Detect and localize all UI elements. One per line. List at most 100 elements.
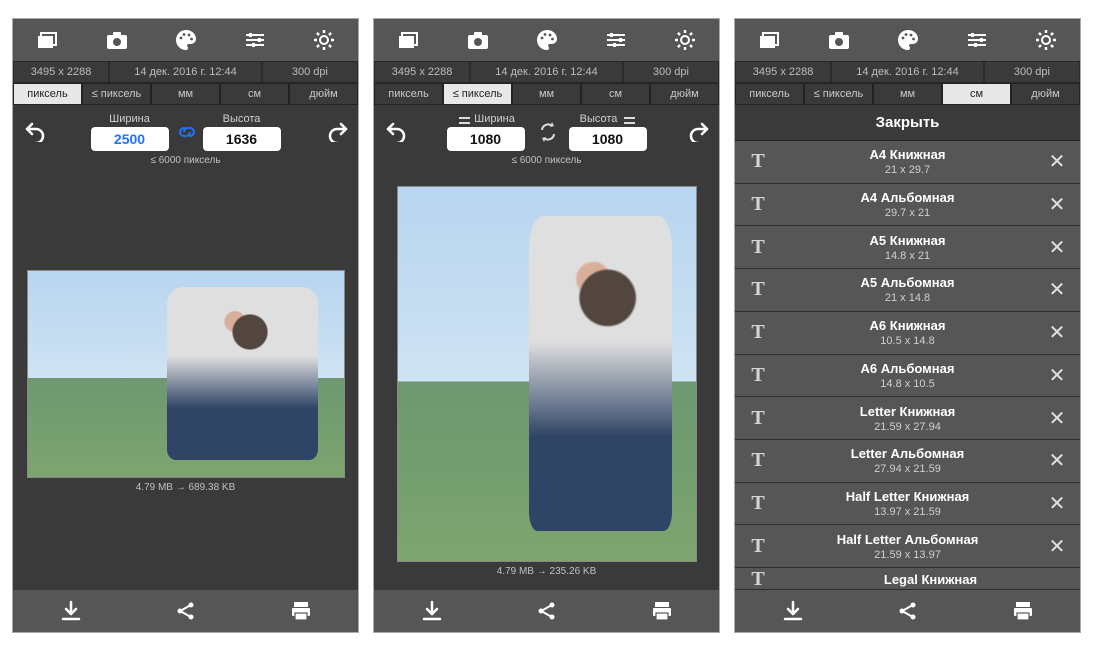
share-icon[interactable] [497,590,597,632]
close-icon[interactable]: ✕ [1034,363,1080,388]
close-icon[interactable]: ✕ [1034,406,1080,431]
close-icon[interactable]: ✕ [1034,320,1080,345]
gear-icon[interactable] [651,19,719,61]
screen-1: 3495 x 2288 14 дек. 2016 г. 12:44 300 dp… [12,18,359,633]
close-icon[interactable]: ✕ [1034,277,1080,302]
width-input[interactable]: 1080 [447,127,525,151]
download-icon[interactable] [21,590,121,632]
close-icon[interactable]: ✕ [1034,149,1080,174]
tab-lepixel[interactable]: ≤ пиксель [804,83,873,105]
camera-icon[interactable] [83,19,151,61]
close-icon[interactable]: ✕ [1034,534,1080,559]
list-item-dim: 10.5 x 14.8 [781,335,1034,347]
tab-lepixel[interactable]: ≤ пиксель [443,83,512,105]
list-item[interactable]: THalf Letter Альбомная21.59 x 13.97✕ [735,525,1080,568]
screen-3: 3495 x 2288 14 дек. 2016 г. 12:44 300 dp… [734,18,1081,633]
list-item[interactable]: TA4 Альбомная29.7 x 21✕ [735,184,1080,227]
list-item[interactable]: TA6 Альбомная14.8 x 10.5✕ [735,355,1080,398]
tab-inch[interactable]: дюйм [289,83,358,105]
width-input[interactable]: 2500 [91,127,169,151]
list-item-title: A5 Книжная [781,233,1034,248]
link-icon[interactable] [171,120,201,144]
image-info-row: 3495 x 2288 14 дек. 2016 г. 12:44 300 dp… [13,61,358,83]
height-input[interactable]: 1080 [569,127,647,151]
bottom-toolbar [374,590,719,632]
info-date: 14 дек. 2016 г. 12:44 [831,61,984,83]
tab-cm[interactable]: см [581,83,650,105]
redo-icon[interactable] [322,120,352,144]
close-icon[interactable]: ✕ [1034,491,1080,516]
swap-icon[interactable] [527,120,567,144]
close-header[interactable]: Закрыть [735,105,1080,141]
redo-icon[interactable] [683,120,713,144]
undo-icon[interactable] [19,120,49,144]
height-label: Высота [223,113,261,125]
tab-pixel[interactable]: пиксель [13,83,82,105]
info-date: 14 дек. 2016 г. 12:44 [470,61,623,83]
close-icon[interactable]: ✕ [1034,235,1080,260]
tab-pixel[interactable]: пиксель [374,83,443,105]
gear-icon[interactable] [1012,19,1080,61]
list-item-text: Half Letter Альбомная21.59 x 13.97 [781,532,1034,561]
height-group: Высота 1080 [569,113,647,151]
tab-inch[interactable]: дюйм [650,83,719,105]
menu-icon[interactable] [621,113,635,127]
type-icon: T [735,278,781,301]
camera-icon[interactable] [805,19,873,61]
size-constraint: ≤ 6000 пиксель [374,155,719,172]
tab-inch[interactable]: дюйм [1011,83,1080,105]
list-item-title: A4 Альбомная [781,190,1034,205]
list-item-text: A4 Книжная21 x 29.7 [781,147,1034,176]
tab-mm[interactable]: мм [873,83,942,105]
gallery-icon[interactable] [736,19,804,61]
top-toolbar [374,19,719,61]
print-icon[interactable] [251,590,351,632]
palette-icon[interactable] [513,19,581,61]
sliders-icon[interactable] [221,19,289,61]
list-item[interactable]: TLegal Книжная [735,568,1080,590]
type-icon: T [735,449,781,472]
sliders-icon[interactable] [943,19,1011,61]
type-icon: T [735,407,781,430]
list-item[interactable]: TLetter Книжная21.59 x 27.94✕ [735,397,1080,440]
gear-icon[interactable] [290,19,358,61]
list-item[interactable]: TA5 Книжная14.8 x 21✕ [735,226,1080,269]
list-item[interactable]: TA6 Книжная10.5 x 14.8✕ [735,312,1080,355]
tab-cm[interactable]: см [942,83,1011,105]
camera-icon[interactable] [444,19,512,61]
palette-icon[interactable] [152,19,220,61]
list-item-text: Half Letter Книжная13.97 x 21.59 [781,489,1034,518]
type-icon: T [735,236,781,259]
print-icon[interactable] [973,590,1073,632]
undo-icon[interactable] [380,120,410,144]
tab-mm[interactable]: мм [512,83,581,105]
tab-pixel[interactable]: пиксель [735,83,804,105]
height-input[interactable]: 1636 [203,127,281,151]
list-item[interactable]: THalf Letter Книжная13.97 x 21.59✕ [735,483,1080,526]
share-icon[interactable] [858,590,958,632]
print-icon[interactable] [612,590,712,632]
close-icon[interactable]: ✕ [1034,448,1080,473]
image-info-row: 3495 x 2288 14 дек. 2016 г. 12:44 300 dp… [374,61,719,83]
download-icon[interactable] [743,590,843,632]
list-item[interactable]: TA5 Альбомная21 x 14.8✕ [735,269,1080,312]
dimension-row: Ширина 1080 Высота 1080 [374,105,719,155]
info-date: 14 дек. 2016 г. 12:44 [109,61,262,83]
gallery-icon[interactable] [375,19,443,61]
tab-mm[interactable]: мм [151,83,220,105]
download-icon[interactable] [382,590,482,632]
list-item[interactable]: TA4 Книжная21 x 29.7✕ [735,141,1080,184]
tab-cm[interactable]: см [220,83,289,105]
menu-icon[interactable] [456,113,470,127]
tab-lepixel[interactable]: ≤ пиксель [82,83,151,105]
palette-icon[interactable] [874,19,942,61]
gallery-icon[interactable] [14,19,82,61]
list-item-dim: 27.94 x 21.59 [781,463,1034,475]
file-size-line: 4.79 MB → 689.38 KB [136,482,236,493]
list-item-title: Legal Книжная [781,572,1080,587]
share-icon[interactable] [136,590,236,632]
close-icon[interactable]: ✕ [1034,192,1080,217]
sliders-icon[interactable] [582,19,650,61]
info-dims: 3495 x 2288 [735,61,831,83]
list-item[interactable]: TLetter Альбомная27.94 x 21.59✕ [735,440,1080,483]
